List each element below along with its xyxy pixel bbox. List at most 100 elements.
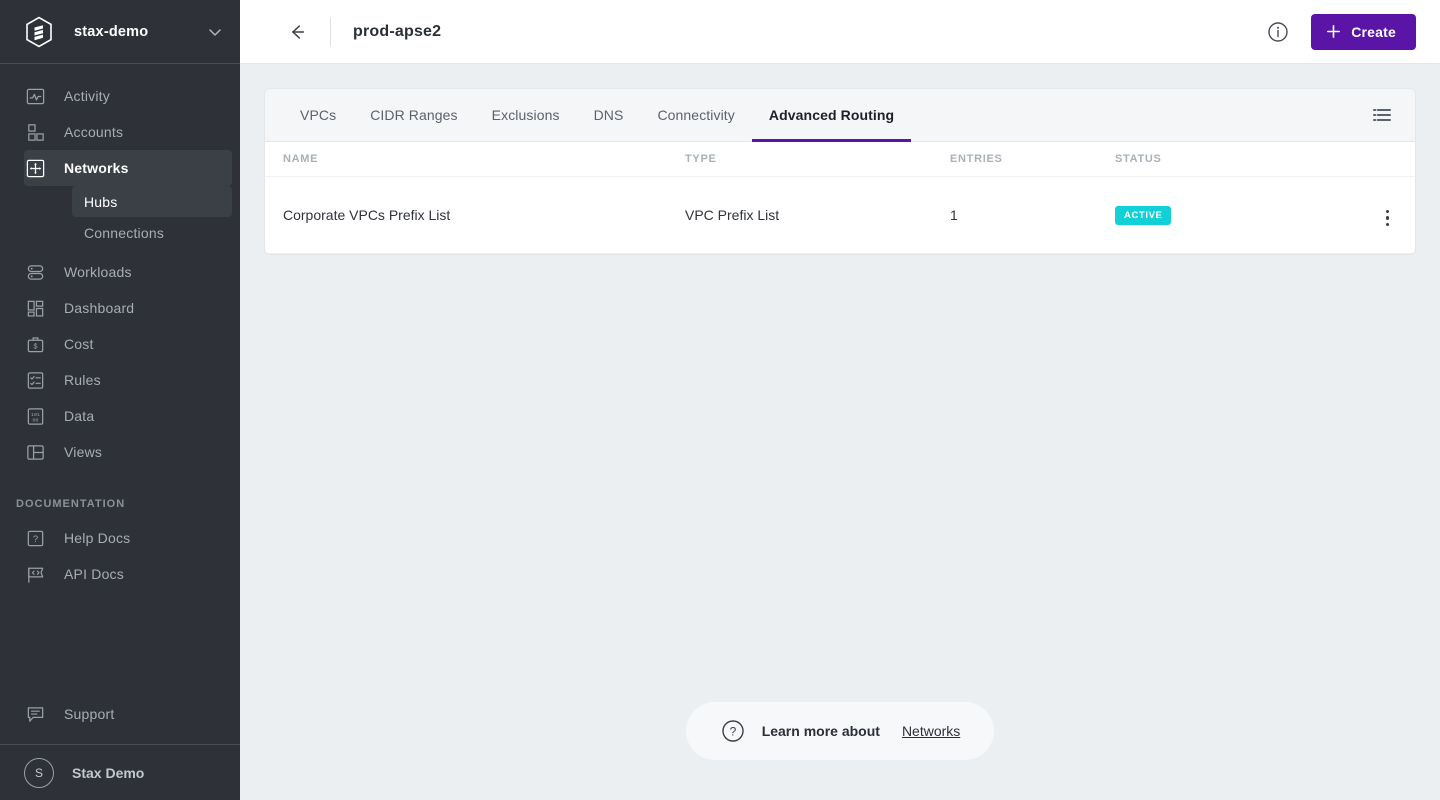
tab-bar: VPCs CIDR Ranges Exclusions DNS Connecti [265, 89, 1415, 142]
sidebar-item-support[interactable]: Support [24, 696, 232, 732]
rules-checklist-icon [24, 369, 46, 391]
activity-pulse-icon [24, 85, 46, 107]
sidebar-subitem-hubs[interactable]: Hubs [72, 186, 232, 217]
tab-label: DNS [593, 107, 624, 123]
sidebar-item-cost[interactable]: $ Cost [24, 326, 232, 362]
cell-actions [1330, 176, 1415, 254]
cell-type: VPC Prefix List [685, 176, 950, 254]
svg-text:?: ? [32, 534, 37, 545]
sidebar-item-help-docs[interactable]: ? Help Docs [24, 520, 232, 556]
accounts-squares-icon [24, 121, 46, 143]
info-circle-icon[interactable] [1265, 19, 1291, 45]
advanced-routing-card: VPCs CIDR Ranges Exclusions DNS Connecti [265, 89, 1415, 254]
sidebar-item-views[interactable]: Views [24, 434, 232, 470]
list-view-icon[interactable] [1371, 104, 1393, 126]
sidebar-item-activity[interactable]: Activity [24, 78, 232, 114]
cell-entries: 1 [950, 176, 1115, 254]
sidebar-subitem-label: Hubs [84, 193, 118, 210]
sidebar-item-label: Networks [64, 160, 129, 176]
tab-bar-actions [1371, 89, 1415, 141]
api-code-flag-icon [24, 563, 46, 585]
sidebar-item-networks[interactable]: Networks [24, 150, 232, 186]
tab-vpcs[interactable]: VPCs [283, 89, 353, 141]
sidebar-item-label: Cost [64, 336, 94, 352]
avatar: S [24, 757, 54, 788]
kebab-dot [1385, 216, 1389, 220]
sidebar-item-label: Support [64, 706, 115, 722]
table-body: Corporate VPCs Prefix List VPC Prefix Li… [265, 176, 1415, 254]
column-header-actions [1330, 142, 1415, 177]
sidebar-item-dashboard[interactable]: Dashboard [24, 290, 232, 326]
kebab-dot [1385, 209, 1389, 213]
tab-label: Advanced Routing [768, 107, 895, 123]
user-account-row[interactable]: S Stax Demo [0, 744, 240, 800]
main-area: prod-apse2 Create VPCs CIDR Ranges Exclu… [240, 0, 1440, 800]
sidebar-subitem-label: Connections [84, 224, 165, 241]
sidebar: stax-demo Activity Accounts Networks Hub… [0, 0, 240, 800]
svg-text:$: $ [33, 342, 37, 350]
chevron-down-icon[interactable] [206, 23, 224, 41]
views-panel-icon [24, 441, 46, 463]
sidebar-item-rules[interactable]: Rules [24, 362, 232, 398]
sidebar-item-label: Data [64, 408, 95, 424]
back-button[interactable] [280, 15, 314, 49]
sidebar-item-label: Dashboard [64, 300, 135, 316]
org-name: stax-demo [74, 23, 149, 40]
tab-dns[interactable]: DNS [577, 89, 641, 141]
dashboard-grid-icon [24, 297, 46, 319]
data-binary-icon: 101 00 [24, 405, 46, 427]
org-switcher[interactable]: stax-demo [0, 0, 240, 64]
app-root: stax-demo Activity Accounts Networks Hub… [0, 0, 1440, 800]
sidebar-item-workloads[interactable]: Workloads [24, 254, 232, 290]
kebab-menu-icon[interactable] [1382, 206, 1394, 231]
kebab-dot [1385, 222, 1389, 226]
sidebar-item-api-docs[interactable]: API Docs [24, 556, 232, 592]
page-title: prod-apse2 [353, 22, 442, 40]
learn-more-pill: ? Learn more about Networks [685, 702, 995, 760]
sidebar-item-label: Activity [64, 88, 110, 104]
help-question-icon: ? [24, 527, 46, 549]
create-button[interactable]: Create [1311, 13, 1416, 50]
cell-name: Corporate VPCs Prefix List [265, 176, 685, 254]
svg-text:101: 101 [31, 411, 40, 417]
create-button-label: Create [1351, 23, 1396, 40]
help-question-circle-icon: ? [720, 718, 746, 744]
table-row[interactable]: Corporate VPCs Prefix List VPC Prefix Li… [265, 176, 1415, 254]
sidebar-footer: Support S Stax Demo [0, 696, 240, 800]
tab-cidr-ranges[interactable]: CIDR Ranges [353, 89, 474, 141]
table-header: NAME TYPE ENTRIES STATUS [265, 142, 1415, 177]
networks-move-icon [24, 157, 46, 179]
sidebar-item-label: Workloads [64, 264, 132, 280]
sidebar-subitem-connections[interactable]: Connections [72, 217, 232, 248]
learn-more-container: ? Learn more about Networks [240, 702, 1440, 760]
column-header-name: NAME [265, 142, 685, 177]
svg-text:?: ? [729, 725, 736, 739]
column-header-entries: ENTRIES [950, 142, 1115, 177]
sidebar-item-accounts[interactable]: Accounts [24, 114, 232, 150]
sidebar-item-data[interactable]: 101 00 Data [24, 398, 232, 434]
tab-label: CIDR Ranges [370, 107, 458, 123]
tabs: VPCs CIDR Ranges Exclusions DNS Connecti [265, 89, 1371, 142]
stax-hexagon-logo-icon [24, 16, 54, 48]
top-bar: prod-apse2 Create [240, 0, 1440, 64]
tab-label: Connectivity [657, 107, 735, 123]
learn-more-text: Learn more about [761, 723, 880, 739]
documentation-section-title: DOCUMENTATION [16, 498, 126, 510]
cost-briefcase-dollar-icon: $ [24, 333, 46, 355]
sidebar-item-label: Views [64, 444, 103, 460]
workloads-stack-icon [24, 261, 46, 283]
column-header-status: STATUS [1115, 142, 1330, 177]
main-navigation: Activity Accounts Networks Hubs Connecti… [0, 64, 240, 696]
sidebar-item-label: Rules [64, 372, 101, 388]
tab-exclusions[interactable]: Exclusions [475, 89, 577, 141]
status-badge: ACTIVE [1115, 205, 1172, 226]
sidebar-item-label: Help Docs [64, 530, 131, 546]
tab-label: VPCs [300, 107, 337, 123]
column-header-type: TYPE [685, 142, 950, 177]
tab-advanced-routing[interactable]: Advanced Routing [751, 89, 912, 142]
sidebar-item-label: API Docs [64, 566, 124, 582]
tab-connectivity[interactable]: Connectivity [640, 89, 751, 141]
topbar-divider [330, 16, 331, 47]
support-chat-icon [24, 703, 46, 725]
learn-more-link[interactable]: Networks [902, 723, 960, 739]
